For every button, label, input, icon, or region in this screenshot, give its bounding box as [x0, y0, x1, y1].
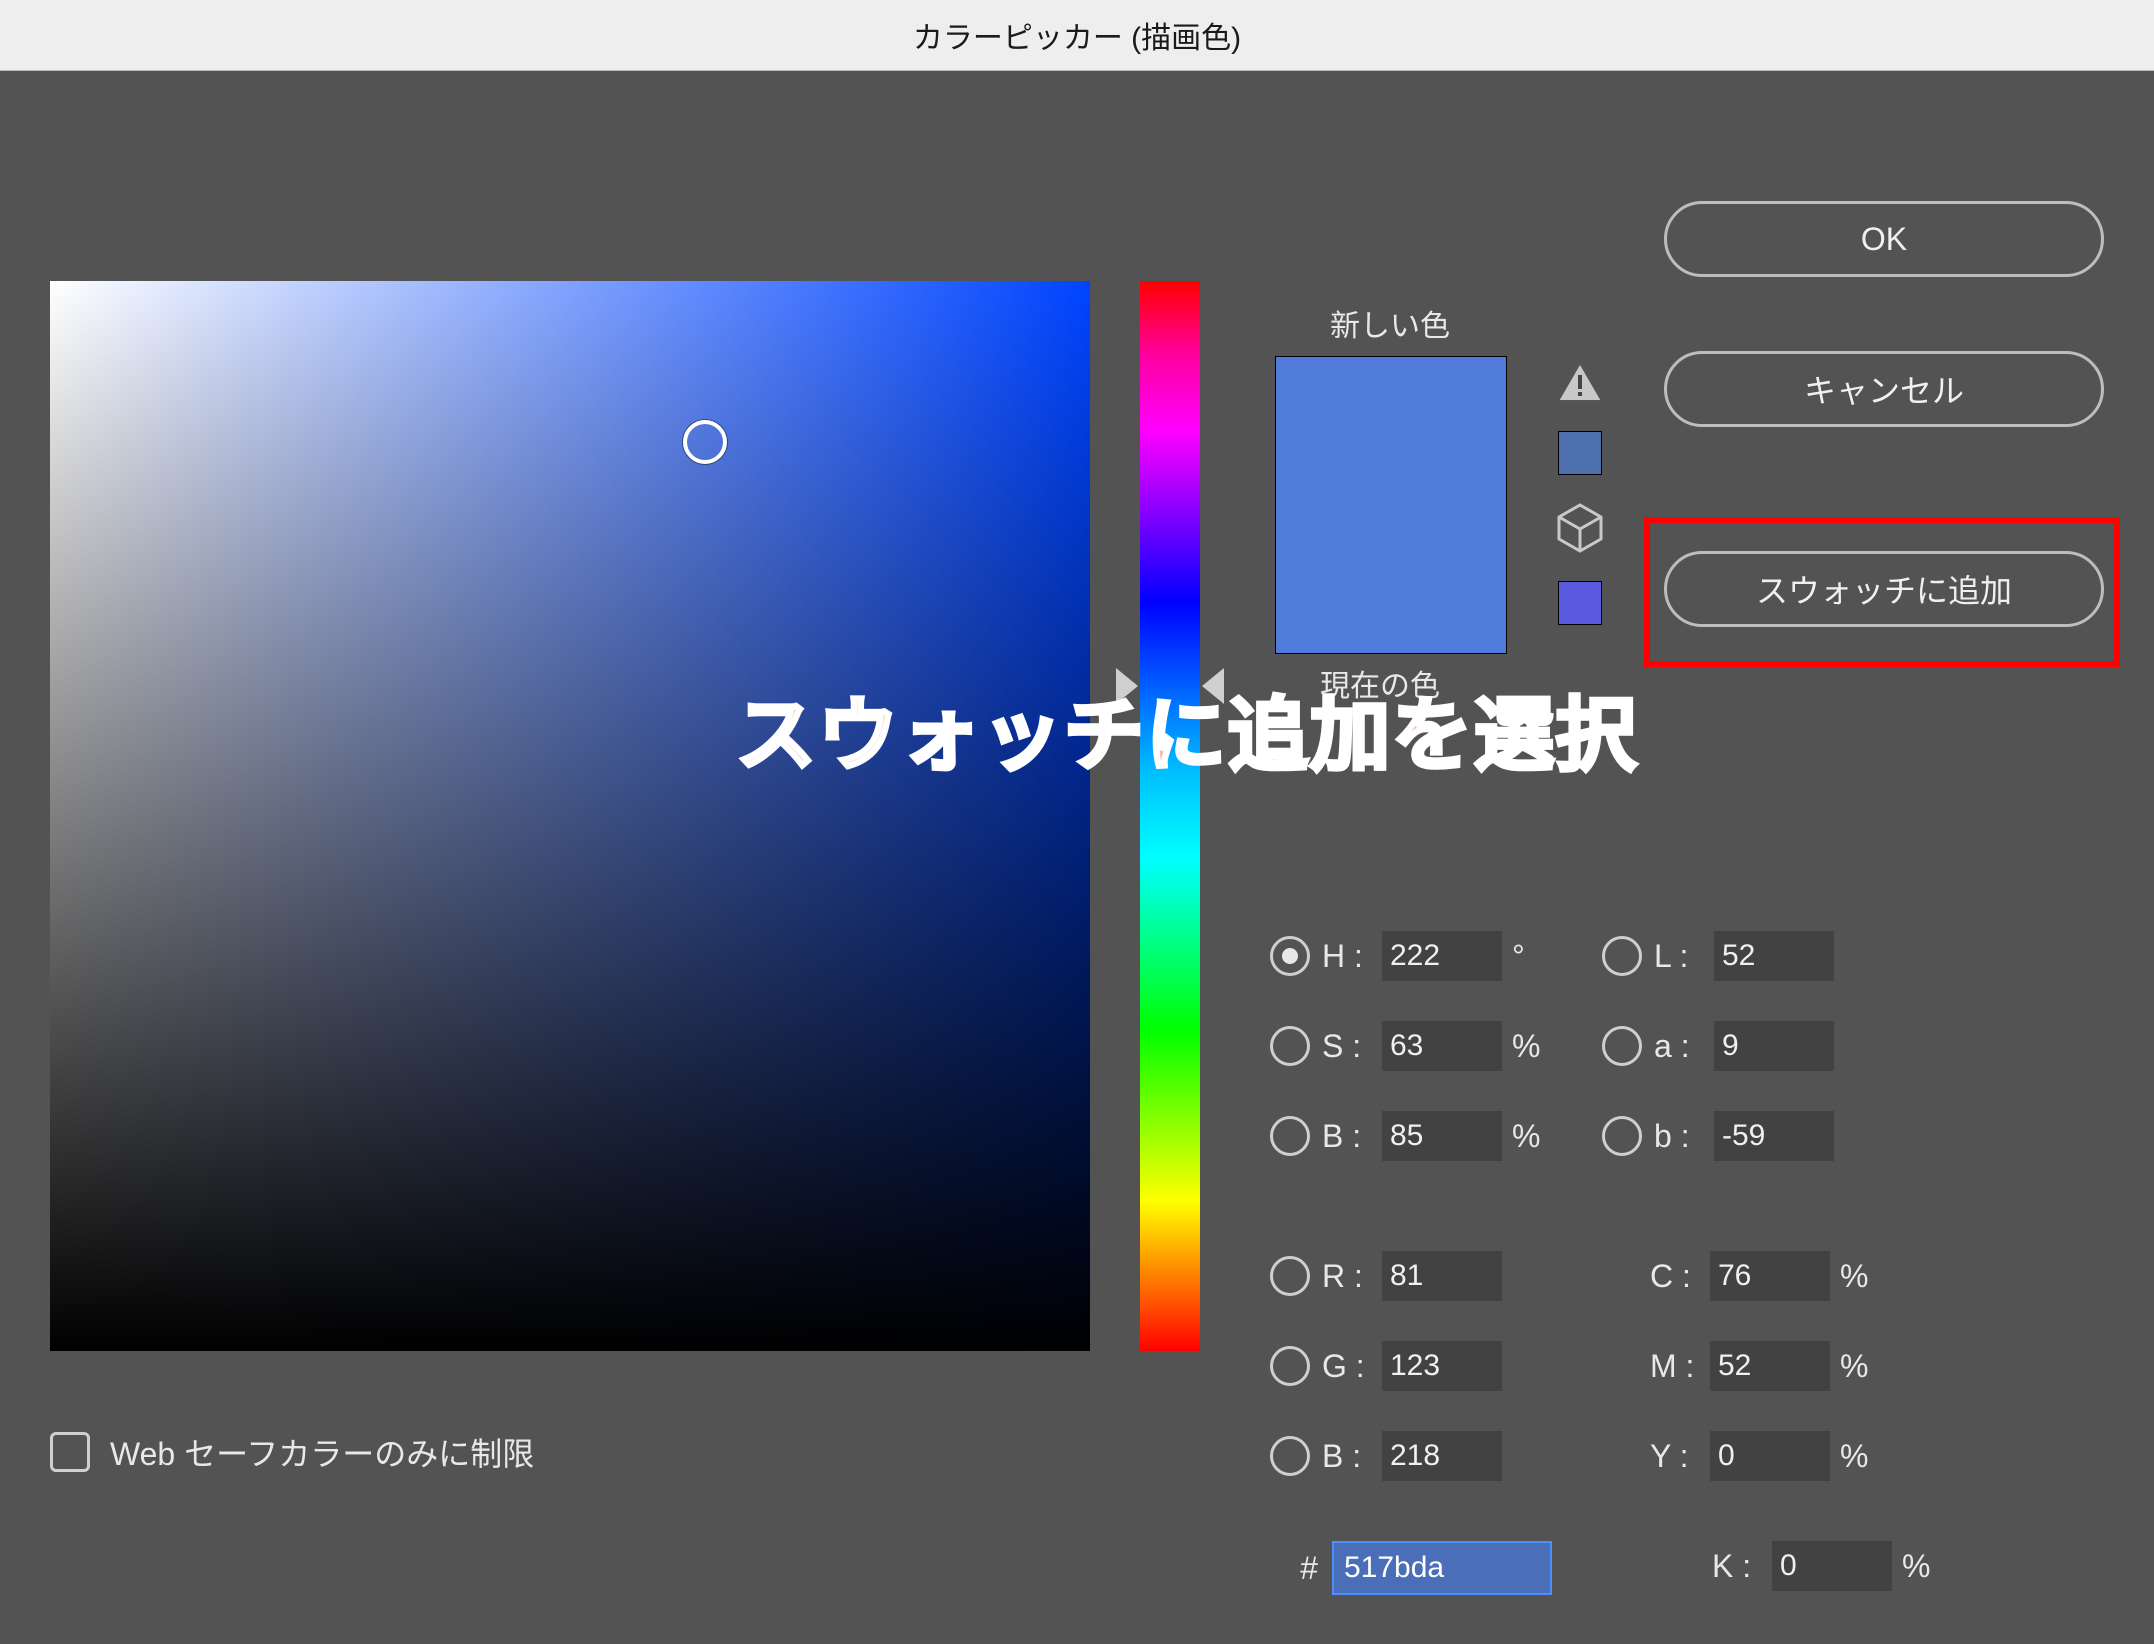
radio-r[interactable] [1270, 1256, 1310, 1296]
dialog-body: 新しい色 現在の色 OK キャンセル スウォッチに追加 H : ° L [0, 71, 2154, 1644]
add-swatch-button-label: スウォッチに追加 [1756, 566, 2012, 612]
input-b-hsb[interactable] [1382, 1111, 1502, 1161]
radio-g[interactable] [1270, 1346, 1310, 1386]
input-a[interactable] [1714, 1021, 1834, 1071]
radio-a[interactable] [1602, 1026, 1642, 1066]
label-h: H : [1322, 938, 1382, 975]
label-s: S : [1322, 1028, 1382, 1065]
new-color-swatch[interactable] [1276, 357, 1506, 505]
input-b-rgb[interactable] [1382, 1431, 1502, 1481]
color-preview [1275, 356, 1507, 654]
warning-column [1550, 361, 1610, 653]
radio-l[interactable] [1602, 936, 1642, 976]
label-b-hsb: B : [1322, 1118, 1382, 1155]
websafe-row: Web セーフカラーのみに制限 [50, 1429, 534, 1475]
radio-b-rgb[interactable] [1270, 1436, 1310, 1476]
input-g[interactable] [1382, 1341, 1502, 1391]
input-k[interactable] [1772, 1541, 1892, 1591]
input-y[interactable] [1710, 1431, 1830, 1481]
input-m[interactable] [1710, 1341, 1830, 1391]
label-a: a : [1654, 1028, 1714, 1065]
label-y: Y : [1650, 1438, 1710, 1475]
title-bar: カラーピッカー (描画色) [0, 0, 2154, 71]
input-h[interactable] [1382, 931, 1502, 981]
input-r[interactable] [1382, 1251, 1502, 1301]
hue-slider[interactable] [1140, 281, 1200, 1351]
websafe-warning-icon[interactable] [1550, 503, 1610, 553]
gamut-nearest-swatch[interactable] [1558, 431, 1602, 475]
current-color-swatch[interactable] [1276, 505, 1506, 653]
input-c[interactable] [1710, 1251, 1830, 1301]
websafe-nearest-swatch[interactable] [1558, 581, 1602, 625]
label-b-lab: b : [1654, 1118, 1714, 1155]
input-b-lab[interactable] [1714, 1111, 1834, 1161]
hex-row: # [1270, 1541, 1552, 1595]
cancel-button[interactable]: キャンセル [1664, 351, 2104, 427]
radio-b-hsb[interactable] [1270, 1116, 1310, 1156]
gamut-warning-icon[interactable] [1550, 361, 1610, 403]
current-color-label: 現在の色 [1320, 661, 1440, 705]
label-r: R : [1322, 1258, 1382, 1295]
color-field[interactable] [50, 281, 1090, 1351]
radio-h[interactable] [1270, 936, 1310, 976]
hue-pointer-left-icon [1116, 668, 1138, 704]
unit-b-hsb: % [1512, 1118, 1562, 1155]
input-hex[interactable] [1332, 1541, 1552, 1595]
ok-button-label: OK [1861, 221, 1907, 258]
k-row: K : % [1712, 1521, 1952, 1611]
hex-hash: # [1270, 1550, 1318, 1587]
add-swatch-button[interactable]: スウォッチに追加 [1664, 551, 2104, 627]
title-text: カラーピッカー (描画色) [913, 13, 1241, 57]
label-c: C : [1650, 1258, 1710, 1295]
new-color-label: 新しい色 [1330, 301, 1450, 345]
input-l[interactable] [1714, 931, 1834, 981]
unit-h: ° [1512, 938, 1562, 975]
label-m: M : [1650, 1348, 1710, 1385]
hue-pointer-right-icon [1202, 668, 1224, 704]
unit-c: % [1840, 1258, 1890, 1295]
label-l: L : [1654, 938, 1714, 975]
label-b-rgb: B : [1322, 1438, 1382, 1475]
input-s[interactable] [1382, 1021, 1502, 1071]
websafe-label: Web セーフカラーのみに制限 [110, 1429, 534, 1475]
ok-button[interactable]: OK [1664, 201, 2104, 277]
numeric-panel: H : ° L : S : % a : B : % [1270, 911, 2130, 1501]
label-g: G : [1322, 1348, 1382, 1385]
unit-s: % [1512, 1028, 1562, 1065]
radio-b-lab[interactable] [1602, 1116, 1642, 1156]
radio-s[interactable] [1270, 1026, 1310, 1066]
unit-y: % [1840, 1438, 1890, 1475]
cancel-button-label: キャンセル [1804, 366, 1964, 412]
unit-m: % [1840, 1348, 1890, 1385]
color-field-cursor[interactable] [683, 420, 727, 464]
label-k: K : [1712, 1548, 1772, 1585]
websafe-checkbox[interactable] [50, 1432, 90, 1472]
unit-k: % [1902, 1548, 1952, 1585]
